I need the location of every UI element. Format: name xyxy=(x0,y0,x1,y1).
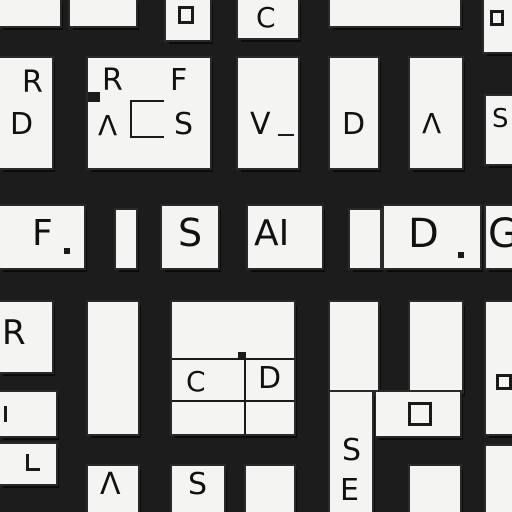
key-s-right: S xyxy=(486,96,512,164)
key-label: F xyxy=(32,213,53,254)
key-left-lower-1 xyxy=(0,392,56,436)
key-top-strip-5 xyxy=(330,0,460,26)
key-blank-row-4 xyxy=(350,210,380,268)
divider-line xyxy=(278,134,294,136)
key-v: V xyxy=(238,58,298,168)
divider-line xyxy=(130,100,164,102)
key-label: Λ xyxy=(98,109,118,142)
key-label: S xyxy=(492,104,509,134)
square-icon xyxy=(496,374,512,390)
key-bottom-blank xyxy=(246,466,294,512)
key-label: S xyxy=(174,107,194,142)
keyboard-mosaic: C R D R F Λ S V D Λ S F S AI D G R C D S… xyxy=(0,0,512,512)
key-label: E xyxy=(340,473,359,508)
key-tall-1 xyxy=(88,302,138,434)
key-s-row: S xyxy=(162,206,218,268)
key-rfs-cluster: R F Λ S xyxy=(88,58,210,168)
key-label: S xyxy=(178,211,203,255)
key-label: S xyxy=(342,433,362,468)
key-label: C xyxy=(256,1,276,34)
key-square-lower xyxy=(376,392,460,436)
divider-line xyxy=(130,136,164,138)
square-icon xyxy=(490,10,504,26)
key-r-d-left: R D xyxy=(0,58,52,168)
key-e-right xyxy=(486,302,512,434)
key-left-lower-2 xyxy=(0,444,56,484)
key-label: F xyxy=(170,63,188,98)
square-icon xyxy=(408,402,432,426)
square-icon xyxy=(178,6,194,24)
key-r-lower: R xyxy=(0,302,52,372)
key-bottom-right-1 xyxy=(410,466,460,512)
key-g-row: G xyxy=(486,206,512,268)
key-label: Λ xyxy=(422,107,442,140)
key-blank-row-2 xyxy=(116,210,136,268)
key-top-strip-2 xyxy=(70,0,136,26)
divider-line xyxy=(130,100,132,136)
key-label: D xyxy=(10,107,34,142)
key-label: D xyxy=(258,361,282,396)
divider-line xyxy=(64,248,70,254)
key-lambda-mid: Λ xyxy=(410,58,462,168)
divider-line xyxy=(172,400,294,402)
key-lambda-bottom: Λ xyxy=(88,466,138,512)
key-label: D xyxy=(408,211,439,257)
key-label: G xyxy=(488,211,512,257)
key-label: S xyxy=(188,467,208,502)
key-tall-3 xyxy=(330,302,378,392)
key-label: R xyxy=(22,65,43,100)
divider-line xyxy=(458,252,464,258)
key-top-strip-1 xyxy=(0,0,60,26)
key-cd-cluster: C D xyxy=(172,302,294,434)
key-label: D xyxy=(342,107,366,142)
key-label: C xyxy=(186,365,206,398)
divider-line xyxy=(244,358,246,434)
key-bottom-right-2 xyxy=(486,446,512,512)
key-ai-row: AI xyxy=(248,206,322,268)
key-top-strip-3 xyxy=(166,0,210,40)
divider-line xyxy=(4,406,7,422)
key-tall-4 xyxy=(410,302,462,392)
key-f-row: F xyxy=(0,206,84,268)
divider-line xyxy=(88,92,100,102)
key-c-top: C xyxy=(238,0,298,38)
divider-line xyxy=(172,358,294,360)
key-top-strip-6 xyxy=(484,0,512,52)
key-label: R xyxy=(102,63,123,98)
key-s-bottom-2: S xyxy=(172,466,224,512)
key-d-row: D xyxy=(384,206,480,268)
key-d-mid: D xyxy=(330,58,378,168)
key-label: R xyxy=(2,313,26,353)
key-s-bottom: S E xyxy=(330,392,372,512)
key-label: Λ xyxy=(100,467,121,502)
key-label: V xyxy=(250,107,271,142)
divider-line xyxy=(26,468,40,471)
divider-line xyxy=(238,352,246,360)
key-label: AI xyxy=(254,213,290,254)
